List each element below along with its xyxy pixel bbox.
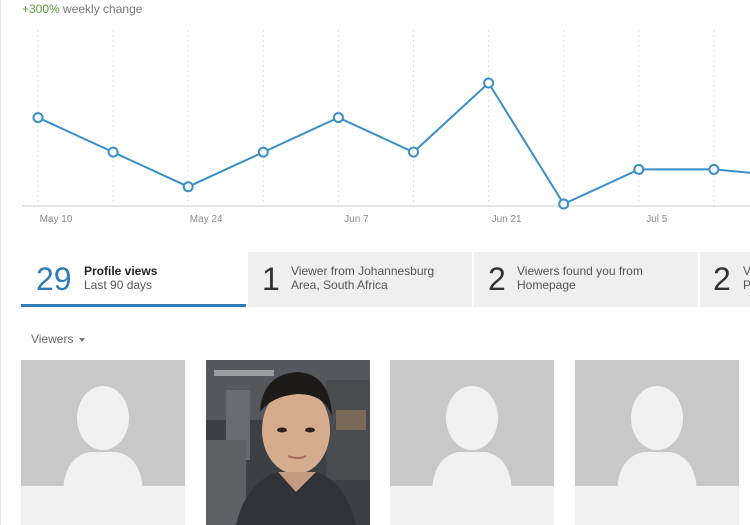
x-tick-label: May 24 — [190, 214, 223, 225]
data-point[interactable] — [708, 163, 720, 175]
data-point[interactable] — [483, 77, 495, 89]
viewers-dropdown[interactable]: Viewers — [31, 332, 86, 346]
tile-label: Viewers found you from — [517, 264, 643, 278]
viewer-card-placeholder[interactable] — [21, 360, 185, 525]
viewers-dropdown-label: Viewers — [31, 332, 74, 346]
data-point[interactable] — [107, 146, 119, 158]
viewer-card-photo[interactable] — [206, 360, 370, 525]
stats-tiles: 29 Profile views Last 90 days 1 Viewer f… — [21, 252, 750, 307]
series-line — [37, 81, 750, 206]
tile-viewer-location[interactable]: 1 Viewer from Johannesburg Area, South A… — [248, 252, 472, 307]
person-silhouette-icon — [21, 360, 185, 525]
viewer-card-placeholder[interactable] — [390, 360, 554, 525]
tile-sublabel: Homepage — [517, 278, 576, 292]
tile-number: 29 — [36, 261, 72, 297]
data-point[interactable] — [257, 146, 269, 158]
tile-label: Profile views — [84, 264, 158, 278]
data-point[interactable] — [558, 198, 570, 210]
profile-views-chart: May 10 May 24 Jun 7 Jun 21 Jul 5 — [22, 30, 750, 225]
tile-viewer-source[interactable]: 2 Viewers found you from Homepage — [474, 252, 698, 307]
tile-profile-views[interactable]: 29 Profile views Last 90 days — [21, 252, 246, 307]
person-silhouette-icon — [575, 360, 739, 525]
x-tick-label: Jun 21 — [492, 214, 522, 225]
tile-label: Viewer from Johannesburg — [291, 264, 435, 278]
tile-sublabel: P — [743, 278, 750, 292]
x-tick-label: Jun 7 — [344, 214, 369, 225]
tile-number: 2 — [713, 261, 731, 297]
viewer-photo — [206, 360, 370, 525]
data-point[interactable] — [332, 112, 344, 124]
x-tick-label: Jul 5 — [646, 214, 668, 225]
data-point[interactable] — [32, 112, 44, 124]
tile-number: 2 — [488, 261, 506, 297]
tile-more[interactable]: 2 V P — [700, 252, 750, 307]
tile-sublabel: Last 90 days — [84, 278, 153, 292]
chevron-down-icon — [79, 337, 86, 342]
data-point[interactable] — [633, 163, 645, 175]
data-point[interactable] — [408, 146, 419, 158]
data-point[interactable] — [182, 181, 194, 193]
tile-sublabel: Area, South Africa — [291, 278, 388, 292]
tile-label: V — [743, 264, 750, 278]
tile-number: 1 — [262, 261, 280, 297]
person-silhouette-icon — [390, 360, 554, 525]
x-tick-label: May 10 — [40, 214, 73, 225]
viewer-card-placeholder[interactable] — [575, 360, 739, 525]
